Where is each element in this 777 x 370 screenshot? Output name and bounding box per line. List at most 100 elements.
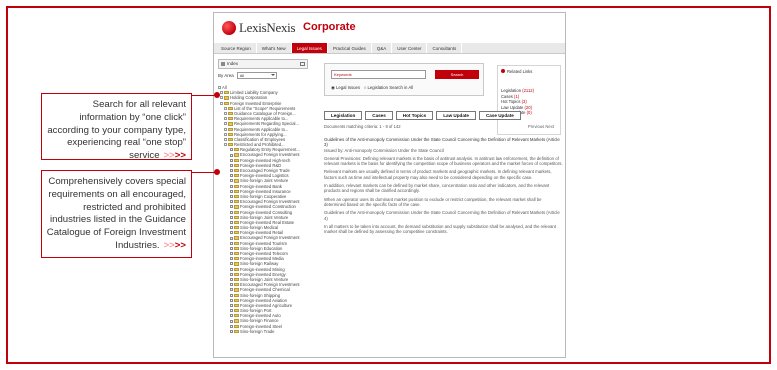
search-option-legislation[interactable]: Legislation Search in All	[368, 85, 414, 90]
folder-icon	[228, 143, 233, 147]
folder-icon	[228, 122, 233, 126]
folder-icon	[234, 303, 239, 308]
radio-icon[interactable]: ○	[364, 85, 367, 90]
checkbox-icon[interactable]	[230, 309, 233, 313]
folder-icon	[234, 153, 239, 157]
checkbox-icon[interactable]	[230, 220, 233, 224]
checkbox-icon[interactable]	[230, 169, 233, 173]
folder-icon	[234, 189, 239, 193]
search-box: Keywords Search ◉ Legal Issues ○ Legisla…	[324, 63, 484, 96]
folder-icon	[234, 293, 239, 297]
folder-icon	[228, 127, 233, 131]
checkbox-icon[interactable]	[230, 215, 233, 219]
checkbox-icon[interactable]	[230, 329, 233, 333]
folder-icon	[234, 174, 239, 178]
expand-icon[interactable]	[224, 117, 227, 121]
checkbox-icon[interactable]	[230, 236, 233, 240]
checkbox-icon[interactable]	[230, 267, 233, 271]
folder-icon	[228, 132, 233, 136]
checkbox-icon[interactable]	[230, 324, 233, 328]
folder-icon	[234, 148, 239, 152]
checkbox-icon[interactable]	[230, 288, 233, 292]
nav-item[interactable]: Practical Guides	[328, 43, 372, 53]
index-icon	[221, 62, 225, 66]
folder-icon	[234, 210, 239, 214]
logo[interactable]: LexisNexis	[222, 20, 296, 36]
checkbox-icon[interactable]	[230, 158, 233, 162]
tree-item[interactable]: Sino-foreign Trade	[218, 329, 308, 334]
expand-icon[interactable]	[224, 112, 227, 116]
checkbox-icon[interactable]	[230, 257, 233, 261]
checkbox-icon[interactable]	[230, 298, 233, 302]
checkbox-icon[interactable]	[230, 283, 233, 287]
connector-dot	[214, 169, 220, 175]
checkbox-icon[interactable]	[230, 148, 233, 152]
expand-icon[interactable]	[224, 106, 227, 110]
result-tab[interactable]: Case Update	[478, 111, 521, 120]
expand-icon[interactable]	[220, 96, 223, 100]
area-select[interactable]: All	[236, 72, 277, 79]
folder-icon	[234, 169, 239, 173]
expand-icon[interactable]	[220, 91, 223, 95]
result-paragraph: Guidelines of the Anti-monopoly Commissi…	[324, 210, 564, 221]
nav-item[interactable]: User Center	[392, 43, 428, 53]
result-tab[interactable]: Cases	[365, 111, 393, 120]
checkbox-icon[interactable]	[230, 262, 233, 266]
nav-item[interactable]: Q&A	[372, 43, 393, 53]
expand-icon[interactable]	[224, 143, 227, 147]
nav-item[interactable]: Legal Issues	[291, 43, 328, 53]
expand-icon[interactable]	[218, 86, 221, 90]
pager[interactable]: Previous Next	[528, 124, 554, 129]
checkbox-icon[interactable]	[230, 153, 233, 157]
checkbox-icon[interactable]	[230, 272, 233, 276]
result-body: In all matters to be taken into account,…	[324, 223, 556, 235]
nav-item[interactable]: Consultants	[427, 43, 463, 53]
search-input[interactable]: Keywords	[331, 70, 426, 79]
checkbox-icon[interactable]	[230, 189, 233, 193]
checkbox-icon[interactable]	[230, 210, 233, 214]
radio-icon[interactable]: ◉	[331, 85, 335, 90]
result-paragraph: Guidelines of the Anti-monopoly Commissi…	[324, 137, 564, 153]
checkbox-icon[interactable]	[230, 319, 233, 323]
folder-icon	[234, 184, 239, 188]
expand-icon[interactable]	[224, 132, 227, 136]
checkbox-icon[interactable]	[230, 163, 233, 167]
expand-icon[interactable]	[224, 137, 227, 141]
result-paragraph: General Provisions: Defining relevant ma…	[324, 156, 564, 167]
checkbox-icon[interactable]	[230, 241, 233, 245]
folder-icon	[234, 272, 239, 276]
checkbox-icon[interactable]	[230, 278, 233, 282]
checkbox-icon[interactable]	[230, 231, 233, 235]
collapse-icon[interactable]	[300, 62, 305, 66]
checkbox-icon[interactable]	[230, 314, 233, 318]
callout-search: Search for all relevant information by “…	[41, 93, 192, 161]
expand-icon[interactable]	[224, 122, 227, 126]
search-button[interactable]: Search	[435, 70, 479, 79]
result-body: Guidelines of the Anti-monopoly Commissi…	[324, 210, 560, 221]
search-option-legal[interactable]: Legal Issues	[336, 85, 360, 90]
checkbox-icon[interactable]	[230, 303, 233, 307]
nav-item[interactable]: Source Region	[216, 43, 257, 53]
result-tab[interactable]: Hot Topics	[395, 111, 434, 120]
checkbox-icon[interactable]	[230, 226, 233, 230]
result-tab[interactable]: Law Update	[436, 111, 476, 120]
folder-icon	[234, 215, 239, 219]
checkbox-icon[interactable]	[230, 252, 233, 256]
checkbox-icon[interactable]	[230, 293, 233, 297]
expand-icon[interactable]	[224, 127, 227, 131]
folder-icon	[234, 231, 239, 235]
nav-item[interactable]: What's New	[257, 43, 292, 53]
checkbox-icon[interactable]	[230, 205, 233, 209]
folder-icon	[234, 226, 239, 230]
result-body: Issued by: Anti-monopoly Commission Unde…	[324, 147, 444, 153]
checkbox-icon[interactable]	[230, 246, 233, 250]
checkbox-icon[interactable]	[230, 200, 233, 204]
checkbox-icon[interactable]	[230, 195, 233, 199]
checkbox-icon[interactable]	[230, 179, 233, 183]
result-title[interactable]: Guidelines of the Anti-monopoly Commissi…	[324, 137, 560, 147]
result-tab[interactable]: Legislation	[324, 111, 363, 120]
expand-icon[interactable]	[220, 101, 223, 105]
checkbox-icon[interactable]	[230, 184, 233, 188]
checkbox-icon[interactable]	[230, 174, 233, 178]
folder-icon	[234, 252, 239, 256]
